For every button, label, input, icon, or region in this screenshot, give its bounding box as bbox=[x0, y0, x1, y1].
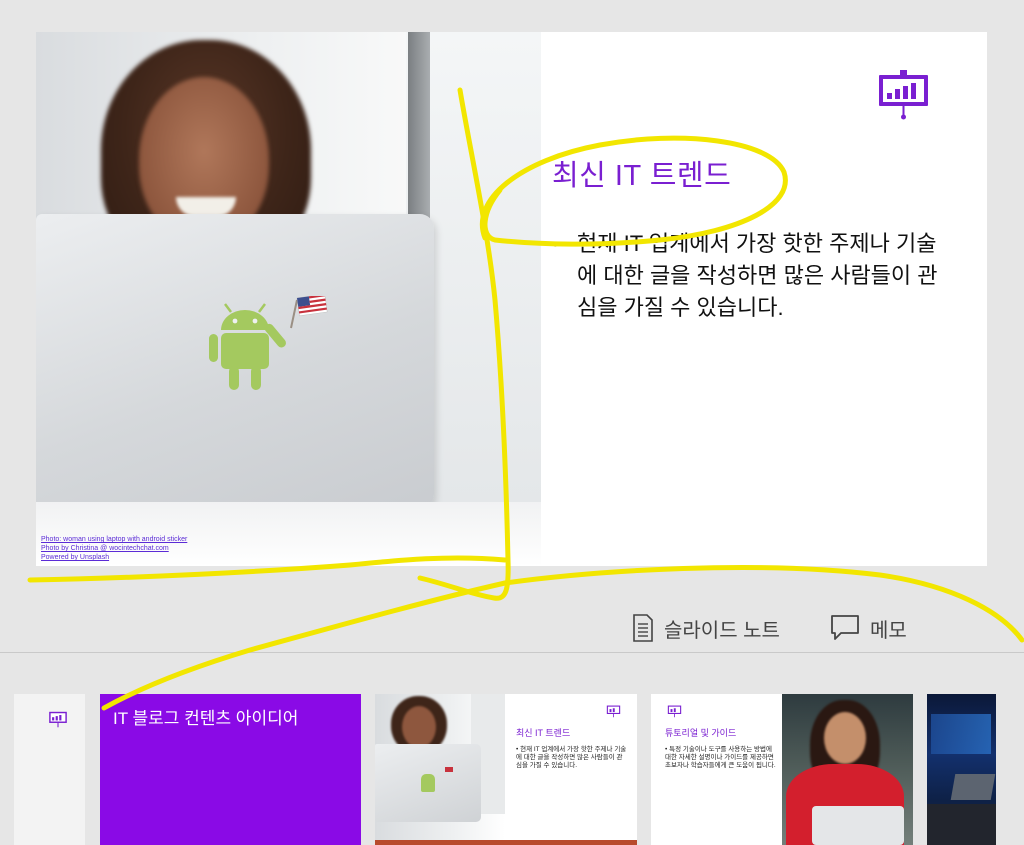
thumbnail-body: • 특정 기술이나 도구를 사용하는 방법에 대한 자세한 설명이나 가이드를 … bbox=[665, 746, 776, 769]
slide-title[interactable]: 최신 IT 트렌드 bbox=[552, 152, 731, 194]
memo-label: 메모 bbox=[870, 619, 907, 642]
slide-thumbnail-4[interactable]: 튜토리얼 및 가이드 • 특정 기술이나 도구를 사용하는 방법에 대한 자세한… bbox=[651, 694, 913, 845]
memo-button[interactable]: 메모 bbox=[830, 611, 907, 645]
thumbnail-photo bbox=[782, 694, 913, 845]
slide-thumbnail-strip[interactable]: IT 블로그 컨텐츠 아이디어 최신 IT 트렌드 • 현재 IT 업계에서 가… bbox=[0, 653, 1024, 845]
bullet-item: • 현재 IT 업계에서 가장 핫한 주제나 기술에 대한 글을 작성하면 많은… bbox=[553, 228, 948, 324]
thumbnail-selected-indicator bbox=[375, 840, 637, 845]
thumbnail-title: 튜토리얼 및 가이드 bbox=[665, 728, 737, 738]
bullet-dot: • bbox=[553, 236, 558, 252]
thumbnail-title: 최신 IT 트렌드 bbox=[516, 728, 571, 738]
slide-thumbnail-3[interactable]: 최신 IT 트렌드 • 현재 IT 업계에서 가장 핫한 주제나 기술에 대한 … bbox=[375, 694, 637, 845]
photo-credit-line[interactable]: Powered by Unsplash bbox=[41, 553, 187, 562]
photo-laptop bbox=[36, 214, 434, 510]
slide-notes-button[interactable]: 슬라이드 노트 bbox=[632, 611, 780, 645]
slide-thumbnail-5[interactable] bbox=[927, 694, 996, 845]
thumbnail-body: • 현재 IT 업계에서 가장 핫한 주제나 기술에 대한 글을 작성하면 많은… bbox=[516, 746, 627, 769]
slide-body[interactable]: • 현재 IT 업계에서 가장 핫한 주제나 기술에 대한 글을 작성하면 많은… bbox=[553, 228, 948, 324]
thumbnail-photo bbox=[927, 694, 996, 845]
thumbnail-body-text: 현재 IT 업계에서 가장 핫한 주제나 기술에 대한 글을 작성하면 많은 사… bbox=[516, 746, 627, 769]
presentation-chart-icon bbox=[667, 705, 682, 718]
thumbnail-photo bbox=[375, 694, 505, 840]
thumbnail-title: IT 블로그 컨텐츠 아이디어 bbox=[113, 709, 299, 728]
slide-photo: Photo: woman using laptop with android s… bbox=[36, 32, 541, 566]
slide-notes-label: 슬라이드 노트 bbox=[664, 619, 780, 642]
thumbnail-body-text: 특정 기술이나 도구를 사용하는 방법에 대한 자세한 설명이나 가이드를 제공… bbox=[665, 746, 776, 769]
current-slide[interactable]: Photo: woman using laptop with android s… bbox=[36, 32, 987, 566]
android-sticker-icon bbox=[209, 296, 328, 390]
slide-thumbnail-1[interactable] bbox=[14, 694, 85, 845]
bullet-text: 현재 IT 업계에서 가장 핫한 주제나 기술에 대한 글을 작성하면 많은 사… bbox=[577, 231, 938, 320]
slide-thumbnail-2[interactable]: IT 블로그 컨텐츠 아이디어 bbox=[100, 694, 361, 845]
photo-credit-line[interactable]: Photo: woman using laptop with android s… bbox=[41, 535, 187, 544]
presentation-chart-icon bbox=[606, 705, 621, 718]
presentation-chart-icon bbox=[49, 711, 67, 728]
notes-page-icon bbox=[633, 614, 653, 642]
photo-credit-line[interactable]: Photo by Christina @ wocintechchat.com bbox=[41, 544, 187, 553]
comment-icon bbox=[831, 615, 859, 640]
presentation-chart-icon bbox=[879, 70, 928, 120]
photo-credit[interactable]: Photo: woman using laptop with android s… bbox=[41, 535, 187, 562]
